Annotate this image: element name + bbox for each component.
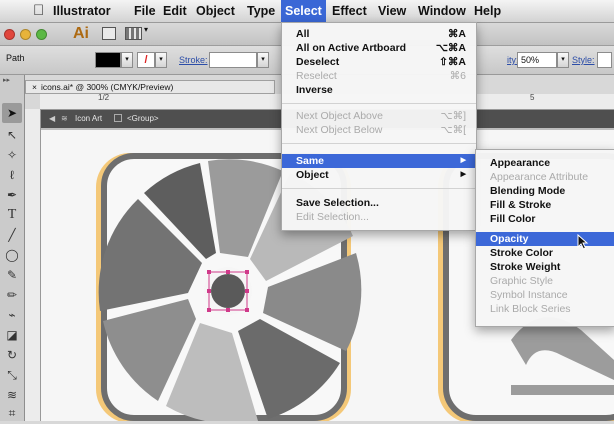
close-window-button[interactable] bbox=[4, 29, 15, 40]
stroke-weight-dropdown[interactable]: ▾ bbox=[257, 52, 269, 68]
stroke-label[interactable]: Stroke: bbox=[179, 52, 208, 68]
select-menu: All ⌘A All on Active Artboard ⌥⌘A Deselect… bbox=[281, 22, 477, 231]
lasso-tool-icon[interactable]: ℓ bbox=[2, 165, 22, 185]
free-transform-tool-icon[interactable]: ⌗ bbox=[2, 403, 22, 423]
stroke-weight-field[interactable] bbox=[209, 52, 257, 68]
line-segment-tool-icon[interactable]: ╱ bbox=[2, 225, 22, 245]
submenu-item-fill-and-stroke[interactable]: Fill & Stroke bbox=[476, 198, 614, 212]
vertical-ruler[interactable] bbox=[25, 109, 41, 421]
menu-window[interactable]: Window bbox=[418, 0, 466, 22]
close-document-icon[interactable]: × bbox=[32, 82, 37, 92]
submenu-item-symbol-instance: Symbol Instance bbox=[490, 289, 568, 301]
menubar:  Illustrator File Edit Object Type Sele… bbox=[0, 0, 614, 23]
direct-selection-tool-icon[interactable]: ↖ bbox=[2, 125, 22, 145]
group-icon bbox=[114, 114, 122, 122]
arrange-dropdown-icon[interactable]: ▾ bbox=[144, 25, 148, 34]
ruler-mark: 1/2 bbox=[98, 93, 110, 102]
minimize-window-button[interactable] bbox=[20, 29, 31, 40]
stroke-swatch-dropdown[interactable]: ▾ bbox=[155, 52, 167, 68]
zoom-window-button[interactable] bbox=[36, 29, 47, 40]
menu-item-object[interactable]: Object ▶ bbox=[282, 168, 476, 182]
menu-app-illustrator[interactable]: Illustrator bbox=[53, 0, 111, 22]
warp-tool-icon[interactable]: ≋ bbox=[2, 385, 22, 405]
menu-item-all-on-active-artboard[interactable]: All on Active Artboard ⌥⌘A bbox=[282, 41, 476, 55]
fill-swatch[interactable] bbox=[95, 52, 121, 68]
layer-icon: ≋ bbox=[61, 114, 68, 123]
menu-item-all[interactable]: All ⌘A bbox=[282, 27, 476, 41]
stroke-swatch[interactable]: / bbox=[137, 52, 155, 68]
menu-separator bbox=[282, 143, 476, 144]
submenu-item-link-block-series: Link Block Series bbox=[490, 303, 571, 315]
same-submenu: Appearance Appearance Attribute Blending… bbox=[475, 149, 614, 327]
tools-collapse-icon[interactable]: ▸▸ bbox=[3, 76, 10, 84]
menu-item-same[interactable]: Same ▶ bbox=[282, 154, 476, 168]
submenu-arrow-icon: ▶ bbox=[460, 171, 466, 178]
graphic-style-swatch[interactable] bbox=[597, 52, 612, 68]
menu-select[interactable]: Select bbox=[281, 0, 326, 22]
ellipse-tool-icon[interactable]: ◯ bbox=[2, 245, 22, 265]
fill-dropdown[interactable]: ▾ bbox=[121, 52, 133, 68]
submenu-item-stroke-weight[interactable]: Stroke Weight bbox=[476, 260, 614, 274]
selection-type-label: Path bbox=[6, 53, 25, 63]
menu-object[interactable]: Object bbox=[196, 0, 235, 22]
menu-item-inverse[interactable]: Inverse bbox=[282, 83, 476, 97]
submenu-arrow-icon: ▶ bbox=[460, 157, 466, 164]
isolation-layer-name[interactable]: Icon Art bbox=[75, 114, 102, 123]
menu-separator bbox=[282, 188, 476, 189]
pencil-tool-icon[interactable]: ✏ bbox=[2, 285, 22, 305]
illustrator-logo: Ai bbox=[73, 25, 89, 42]
blob-brush-tool-icon[interactable]: ⌁ bbox=[2, 305, 22, 325]
ruler-mark: 5 bbox=[530, 93, 535, 102]
scale-tool-icon[interactable]: ⤡ bbox=[2, 365, 22, 385]
document-title: icons.ai* @ 300% (CMYK/Preview) bbox=[40, 82, 174, 92]
document-tab[interactable]: × icons.ai* @ 300% (CMYK/Preview) bbox=[25, 80, 275, 94]
partial-icon-art bbox=[511, 385, 614, 395]
style-label[interactable]: Style: bbox=[572, 52, 595, 68]
submenu-item-appearance[interactable]: Appearance bbox=[476, 156, 614, 170]
submenu-item-opacity[interactable]: Opacity bbox=[476, 232, 614, 246]
apple-icon[interactable]:  bbox=[33, 1, 44, 21]
menu-item-reselect: Reselect ⌘6 bbox=[296, 70, 466, 82]
menu-item-save-selection[interactable]: Save Selection... bbox=[282, 196, 476, 210]
type-tool-icon[interactable]: T bbox=[2, 205, 22, 225]
menu-effect[interactable]: Effect bbox=[332, 0, 367, 22]
submenu-item-graphic-style: Graphic Style bbox=[490, 275, 554, 287]
pen-tool-icon[interactable]: ✒ bbox=[2, 185, 22, 205]
menu-separator bbox=[282, 103, 476, 104]
paintbrush-tool-icon[interactable]: ✎ bbox=[2, 265, 22, 285]
menu-view[interactable]: View bbox=[378, 0, 406, 22]
eraser-tool-icon[interactable]: ◪ bbox=[2, 325, 22, 345]
submenu-item-fill-color[interactable]: Fill Color bbox=[476, 212, 614, 226]
mouse-cursor-icon bbox=[577, 234, 589, 250]
submenu-item-stroke-color[interactable]: Stroke Color bbox=[476, 246, 614, 260]
isolation-group-name[interactable]: <Group> bbox=[127, 114, 159, 123]
opacity-dropdown[interactable]: ▾ bbox=[557, 52, 569, 68]
menu-help[interactable]: Help bbox=[474, 0, 501, 22]
isolation-back-icon[interactable]: ◀ bbox=[49, 114, 55, 123]
bridge-icon[interactable] bbox=[102, 27, 116, 40]
menu-item-next-object-below: Next Object Below ⌥⌘[ bbox=[296, 124, 466, 136]
tools-panel: ▸▸ ➤ ↖ ✧ ℓ ✒ T ╱ ◯ ✎ ✏ ⌁ ◪ ↻ ⤡ ≋ ⌗ bbox=[0, 75, 25, 421]
magic-wand-tool-icon[interactable]: ✧ bbox=[2, 145, 22, 165]
arrange-documents-icon[interactable] bbox=[125, 27, 142, 40]
menu-type[interactable]: Type bbox=[247, 0, 275, 22]
menu-edit[interactable]: Edit bbox=[163, 0, 187, 22]
rotate-tool-icon[interactable]: ↻ bbox=[2, 345, 22, 365]
opacity-field[interactable]: 50% bbox=[517, 52, 557, 68]
menu-file[interactable]: File bbox=[134, 0, 156, 22]
selection-tool-icon[interactable]: ➤ bbox=[2, 103, 22, 123]
menu-item-edit-selection: Edit Selection... bbox=[296, 211, 369, 223]
menu-item-next-object-above: Next Object Above ⌥⌘] bbox=[296, 110, 466, 122]
submenu-item-blending-mode[interactable]: Blending Mode bbox=[476, 184, 614, 198]
submenu-item-appearance-attribute: Appearance Attribute bbox=[490, 171, 589, 183]
menu-item-deselect[interactable]: Deselect ⇧⌘A bbox=[282, 55, 476, 69]
